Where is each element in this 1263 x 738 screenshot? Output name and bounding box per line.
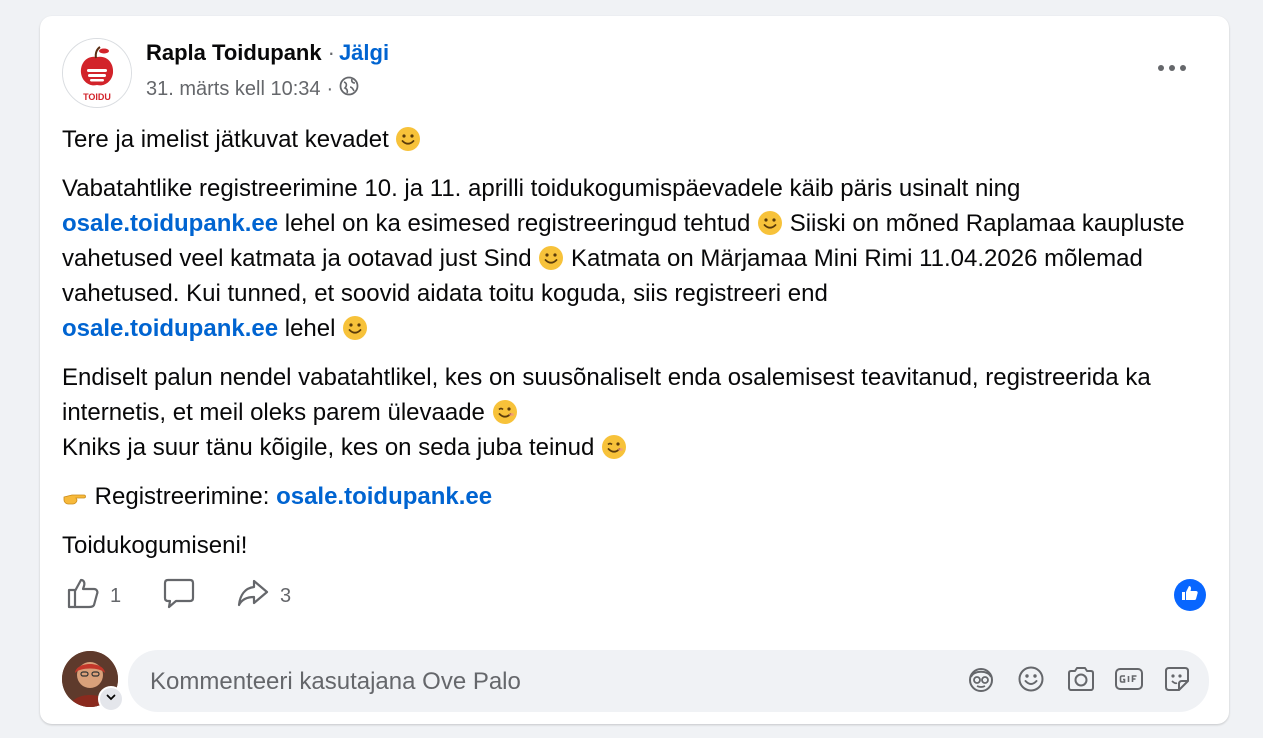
header-separator: ·	[327, 40, 335, 65]
emoji-button[interactable]	[1016, 666, 1046, 696]
logo-text: TOIDU	[83, 92, 111, 102]
smile-emoji-icon	[758, 211, 783, 235]
page-avatar[interactable]: TOIDU	[62, 38, 132, 108]
like-button[interactable]: 1	[66, 576, 121, 616]
thumbs-up-icon	[66, 576, 100, 616]
wink-emoji-icon	[602, 435, 627, 459]
osale-link-2[interactable]: osale.toidupank.ee	[62, 315, 278, 342]
request-text: Endiselt palun nendel vabatahtlikel, kes…	[62, 364, 1151, 426]
follow-button[interactable]: Jälgi	[339, 40, 389, 65]
wink-emoji-icon	[492, 400, 517, 424]
comment-box	[128, 650, 1209, 712]
post-body: Tere ja imelist jätkuvat kevadet Vabatah…	[62, 122, 1212, 577]
globe-icon	[339, 76, 359, 102]
osale-link-3[interactable]: osale.toidupank.ee	[276, 483, 492, 510]
more-dots-icon	[1156, 59, 1188, 77]
paragraph-closing: Toidukogumiseni!	[62, 528, 1212, 563]
registration-text-a: Vabatahtlike registreerimine 10. ja 11. …	[62, 175, 1021, 202]
meta-dot: ·	[326, 77, 334, 100]
comment-button[interactable]	[162, 576, 196, 616]
share-arrow-icon	[236, 576, 270, 616]
like-reaction-badge[interactable]	[1174, 579, 1206, 611]
more-options-button[interactable]	[1152, 54, 1192, 82]
like-count: 1	[110, 584, 122, 607]
comment-bubble-icon	[162, 576, 196, 616]
pointing-hand-icon	[63, 494, 86, 505]
smiley-icon	[1017, 665, 1045, 698]
register-label: Registreerimine:	[88, 483, 277, 510]
smile-emoji-icon	[539, 246, 564, 270]
avatar-sticker-icon	[967, 665, 995, 698]
post-meta: 31. märts kell 10:34 ·	[146, 76, 359, 102]
paragraph-registration: Vabatahtlike registreerimine 10. ja 11. …	[62, 171, 1212, 346]
account-switch-button[interactable]	[98, 686, 124, 712]
camera-icon	[1066, 665, 1096, 698]
comment-input[interactable]	[148, 667, 932, 697]
thumbs-up-icon	[1181, 584, 1199, 607]
post-header: Rapla Toidupank · Jälgi	[146, 40, 389, 66]
paragraph-greeting: Tere ja imelist jätkuvat kevadet	[62, 122, 1212, 157]
post-timestamp[interactable]: 31. märts kell 10:34	[146, 78, 321, 101]
post-actions: 1 3	[62, 576, 1212, 616]
paragraph-request: Endiselt palun nendel vabatahtlikel, kes…	[62, 360, 1212, 465]
page-name-link[interactable]: Rapla Toidupank	[146, 40, 322, 65]
paragraph-register-link: Registreerimine: osale.toidupank.ee	[62, 479, 1212, 514]
sticker-button[interactable]	[1162, 666, 1192, 696]
share-button[interactable]: 3	[236, 576, 291, 616]
registration-text-b: lehel on ka esimesed registreeringud teh…	[278, 210, 751, 237]
osale-link-1[interactable]: osale.toidupank.ee	[62, 210, 278, 237]
gif-icon	[1114, 665, 1144, 698]
post-card: TOIDU Rapla Toidupank · Jälgi 31. märts ke…	[40, 16, 1229, 724]
comment-composer	[62, 650, 1212, 712]
sticker-icon	[1163, 665, 1191, 698]
thanks-text: Kniks ja suur tänu kõigile, kes on seda …	[62, 434, 595, 461]
share-count: 3	[280, 584, 292, 607]
chevron-down-icon	[105, 690, 117, 708]
smile-emoji-icon	[396, 127, 421, 151]
gif-button[interactable]	[1114, 666, 1144, 696]
photo-button[interactable]	[1066, 666, 1096, 696]
closing-text: Toidukogumiseni!	[62, 532, 248, 559]
avatar-sticker-button[interactable]	[966, 666, 996, 696]
smile-emoji-icon	[343, 316, 368, 340]
registration-text-e: lehel	[278, 315, 336, 342]
greeting-text: Tere ja imelist jätkuvat kevadet	[62, 126, 389, 153]
